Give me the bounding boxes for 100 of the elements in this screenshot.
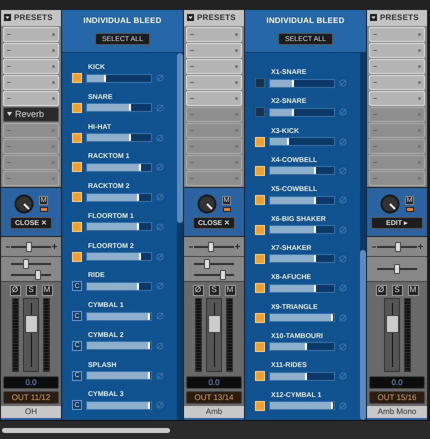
output-selector[interactable]: OUT 15/16 bbox=[369, 391, 425, 404]
bleed-slider[interactable] bbox=[86, 400, 152, 410]
bleed-slider[interactable] bbox=[86, 162, 152, 172]
bleed-slider[interactable] bbox=[86, 192, 152, 202]
slider-thumb[interactable] bbox=[220, 270, 226, 280]
phase-icon bbox=[156, 342, 164, 350]
channel-button[interactable]: M bbox=[224, 284, 236, 296]
channel-button[interactable]: Ø bbox=[10, 284, 20, 296]
dot-icon bbox=[418, 64, 421, 68]
dash-icon bbox=[373, 32, 377, 36]
dash-icon bbox=[190, 32, 194, 36]
channel-button[interactable]: S bbox=[26, 284, 36, 296]
slider-thumb[interactable] bbox=[394, 264, 400, 274]
bleed-slider[interactable] bbox=[269, 284, 335, 293]
dot-icon bbox=[235, 80, 238, 84]
dash-icon bbox=[190, 64, 194, 68]
bleed-slider[interactable] bbox=[86, 282, 152, 291]
output-selector[interactable]: OUT 13/14 bbox=[186, 391, 242, 404]
fader-track[interactable] bbox=[384, 298, 400, 372]
bleed-slider[interactable] bbox=[86, 103, 152, 112]
bleed-slider[interactable] bbox=[269, 313, 335, 322]
dot-icon bbox=[235, 32, 238, 36]
dash-icon bbox=[373, 64, 377, 68]
dot-icon bbox=[52, 64, 55, 68]
output-selector[interactable]: OUT 11/12 bbox=[3, 391, 59, 404]
phase-icon bbox=[339, 79, 347, 87]
bleed-slider[interactable] bbox=[269, 372, 335, 381]
channel-name[interactable]: Amb Mono bbox=[367, 406, 427, 420]
preset-slot[interactable]: Reverb bbox=[3, 106, 59, 122]
phase-icon bbox=[156, 282, 164, 290]
channel-button[interactable]: M bbox=[42, 284, 52, 296]
channel-name[interactable]: OH bbox=[1, 406, 61, 420]
dash-icon bbox=[7, 48, 11, 52]
channel-button[interactable]: Ø bbox=[192, 284, 204, 296]
phase-icon bbox=[339, 372, 347, 380]
phase-icon bbox=[339, 226, 347, 234]
bleed-slider[interactable] bbox=[269, 225, 335, 234]
phase-icon bbox=[156, 312, 164, 320]
knob-icon bbox=[14, 194, 34, 214]
phase-icon bbox=[339, 284, 347, 292]
dot-icon bbox=[418, 96, 421, 100]
bleed-slider[interactable] bbox=[86, 341, 152, 350]
dash-icon bbox=[373, 160, 377, 164]
dot-icon bbox=[418, 48, 421, 52]
slider-thumb[interactable] bbox=[35, 270, 42, 280]
bleed-slider[interactable] bbox=[269, 196, 335, 205]
bleed-slider[interactable] bbox=[269, 166, 335, 176]
bleed-slider[interactable] bbox=[86, 222, 152, 232]
dash-icon bbox=[7, 64, 11, 68]
bleed-toggle[interactable] bbox=[255, 78, 265, 88]
fader-cap[interactable] bbox=[25, 314, 38, 333]
phase-icon bbox=[156, 163, 164, 172]
bleed-slider[interactable] bbox=[86, 252, 152, 261]
channel-button[interactable]: M bbox=[408, 284, 418, 296]
phase-icon bbox=[156, 372, 164, 380]
phase-icon bbox=[156, 134, 164, 142]
knob-icon bbox=[197, 194, 217, 214]
bleed-slider[interactable] bbox=[269, 137, 335, 146]
bleed-slider[interactable] bbox=[269, 254, 335, 264]
scrollbar-thumb[interactable] bbox=[360, 250, 366, 420]
dash-icon bbox=[7, 144, 11, 148]
horizontal-scrollbar[interactable] bbox=[2, 428, 170, 432]
slider-thumb[interactable] bbox=[208, 242, 214, 252]
dot-icon bbox=[52, 96, 55, 100]
channel-button[interactable]: S bbox=[392, 284, 402, 296]
phase-icon bbox=[156, 222, 164, 231]
channel-button[interactable]: S bbox=[208, 284, 220, 296]
slider-thumb[interactable] bbox=[395, 242, 402, 252]
fader-track[interactable] bbox=[23, 298, 39, 372]
bleed-slider[interactable] bbox=[86, 312, 152, 320]
slider-thumb[interactable] bbox=[204, 258, 210, 269]
bleed-toggle[interactable] bbox=[255, 107, 265, 118]
dash-icon bbox=[7, 128, 11, 132]
slider-thumb[interactable] bbox=[22, 258, 29, 269]
dot-icon bbox=[235, 96, 238, 100]
fader-cap[interactable] bbox=[208, 314, 221, 333]
slider-thumb[interactable] bbox=[26, 242, 32, 252]
bleed-slider[interactable] bbox=[86, 371, 152, 380]
dash-icon bbox=[190, 128, 194, 132]
phase-icon bbox=[156, 252, 164, 260]
bleed-slider[interactable] bbox=[269, 78, 335, 88]
dash-icon bbox=[373, 80, 377, 84]
channel-name[interactable]: Amb bbox=[184, 406, 244, 420]
bleed-slider[interactable] bbox=[269, 108, 335, 117]
dot-icon bbox=[52, 48, 55, 52]
dash-icon bbox=[373, 112, 377, 116]
dash-icon bbox=[190, 144, 194, 148]
scrollbar-thumb[interactable] bbox=[177, 53, 183, 223]
dash-icon bbox=[190, 112, 194, 116]
dot-icon bbox=[235, 64, 238, 68]
bleed-slider[interactable] bbox=[269, 342, 335, 352]
channel-button[interactable]: Ø bbox=[376, 284, 386, 296]
bleed-slider[interactable] bbox=[86, 133, 152, 142]
fader-cap[interactable] bbox=[386, 314, 398, 333]
dash-icon bbox=[7, 80, 11, 84]
bleed-slider[interactable] bbox=[86, 74, 152, 82]
dash-icon bbox=[190, 176, 194, 180]
bleed-slider[interactable] bbox=[269, 401, 335, 410]
fader-track[interactable] bbox=[206, 298, 222, 372]
dash-icon bbox=[373, 176, 377, 180]
